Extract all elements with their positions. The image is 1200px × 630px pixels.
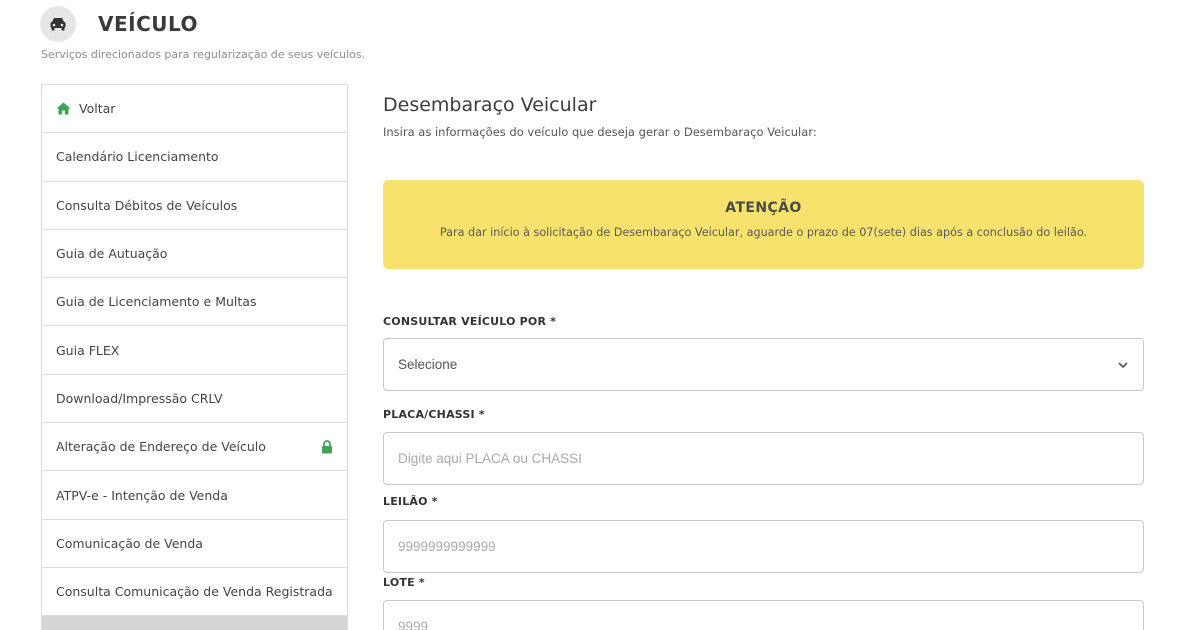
page-title: VEÍCULO [98,12,199,36]
placa-placeholder: Digite aqui PLACA ou CHASSI [398,451,582,466]
sidebar-item-guia-autuacao[interactable]: Guia de Autuação [42,230,347,279]
leilao-label: LEILÃO * [383,495,438,508]
sidebar-item-label: Guia de Autuação [56,246,168,262]
car-badge [40,6,76,42]
sidebar-item-atpv-e[interactable]: ATPV-e - Intenção de Venda [42,471,347,520]
sidebar-item-download-crlv[interactable]: Download/Impressão CRLV [42,375,347,424]
sidebar-item-consulta-comunicacao-venda[interactable]: Consulta Comunicação de Venda Registrada [42,568,347,617]
sidebar-menu: Voltar Calendário Licenciamento Consulta… [41,84,348,630]
alert-text: Para dar início à solicitação de Desemba… [439,226,1088,239]
placa-input[interactable]: Digite aqui PLACA ou CHASSI [383,432,1144,485]
page-header: VEÍCULO [40,4,198,44]
placa-label: PLACA/CHASSI * [383,408,485,421]
leilao-placeholder: 9999999999999 [398,539,496,554]
sidebar-item-consulta-debitos[interactable]: Consulta Débitos de Veículos [42,182,347,230]
sidebar-item-label: Consulta Débitos de Veículos [56,197,238,213]
leilao-input[interactable]: 9999999999999 [383,520,1144,573]
alert-title: ATENÇÃO [725,200,802,216]
lote-placeholder: 9999 [398,619,429,630]
sidebar-item-comunicacao-venda[interactable]: Comunicação de Venda [42,520,347,568]
sidebar-item-label: Comunicação de Venda [56,535,203,551]
sidebar-item-calendario-licenciamento[interactable]: Calendário Licenciamento [42,133,347,182]
sidebar-item-label: Guia de Licenciamento e Multas [56,294,257,310]
sidebar-item-alteracao-endereco[interactable]: Alteração de Endereço de Veículo [42,423,347,472]
lote-label: LOTE * [383,576,425,589]
section-subtitle: Insira as informações do veículo que des… [383,125,817,139]
lote-input[interactable]: 9999 [383,600,1144,630]
sidebar-item-partial[interactable] [42,616,347,630]
sidebar-item-label: Consulta Comunicação de Venda Registrada [56,584,333,600]
consultar-label: CONSULTAR VEÍCULO POR * [383,315,557,328]
sidebar-item-voltar[interactable]: Voltar [42,85,347,134]
chevron-down-icon [1118,361,1128,368]
sidebar-item-label: Download/Impressão CRLV [56,390,223,406]
sidebar-item-label: ATPV-e - Intenção de Venda [56,487,228,503]
main-content: Desembaraço Veicular Insira as informaçõ… [383,94,1144,139]
home-icon [56,102,71,115]
sidebar-item-label: Alteração de Endereço de Veículo [56,439,266,455]
sidebar-item-guia-flex[interactable]: Guia FLEX [42,326,347,375]
sidebar-item-label: Calendário Licenciamento [56,149,219,165]
sidebar-item-guia-licenciamento-multas[interactable]: Guia de Licenciamento e Multas [42,278,347,327]
consultar-select[interactable]: Selecione [383,338,1144,391]
car-icon [50,18,66,31]
attention-alert: ATENÇÃO Para dar início à solicitação de… [383,180,1144,269]
consultar-select-value: Selecione [398,357,458,372]
page-subtitle: Serviços direcionados para regularização… [41,48,366,61]
sidebar-item-label: Voltar [79,101,116,117]
lock-icon [322,439,332,454]
section-title: Desembaraço Veicular [383,94,597,116]
sidebar-item-label: Guia FLEX [56,342,120,358]
